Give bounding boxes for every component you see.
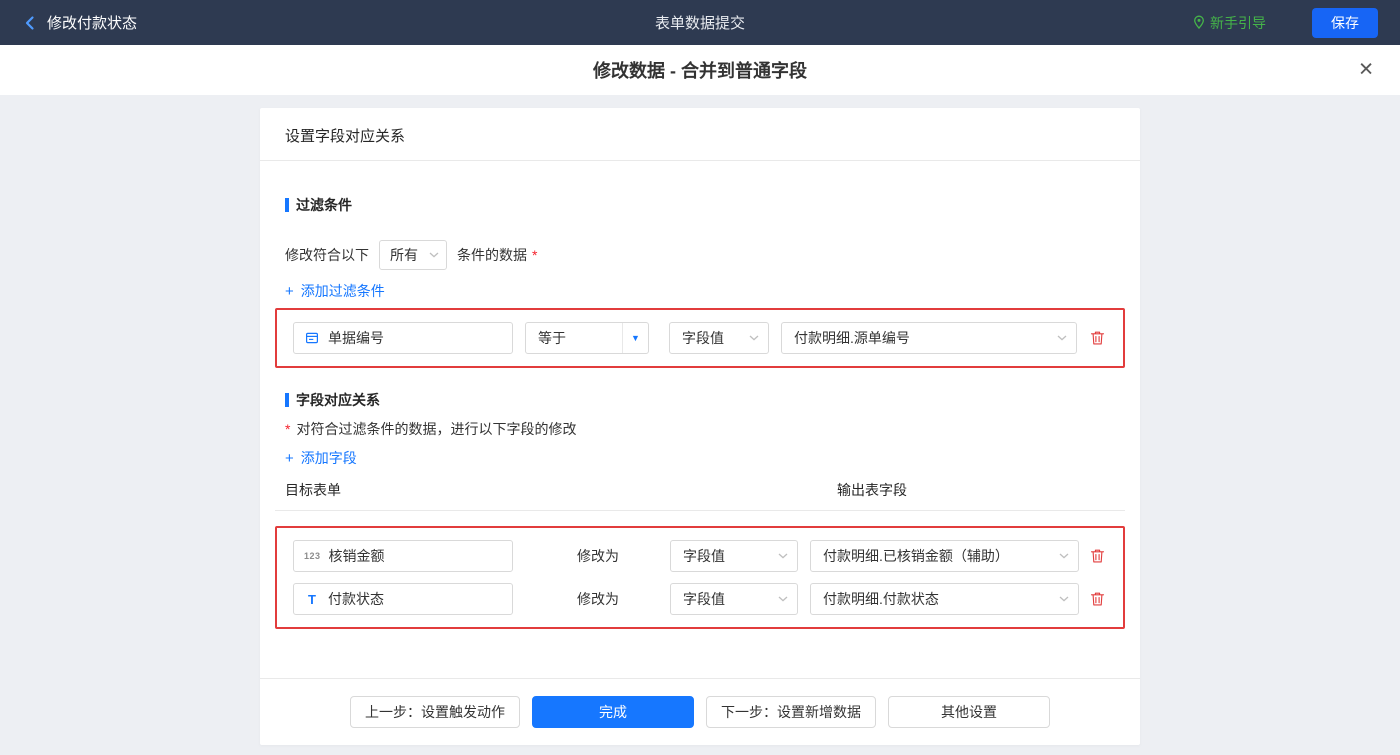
close-icon[interactable]: ✕	[1358, 61, 1374, 80]
target-field-input[interactable]: 123 核销金额	[293, 540, 513, 572]
mapping-row: 123 核销金额 修改为 字段值 付款明细.已核销金额（辅助）	[293, 540, 1107, 572]
document-field-icon	[304, 331, 320, 345]
chevron-down-icon	[1057, 335, 1067, 341]
filter-value-select[interactable]: 付款明细.源单编号	[781, 322, 1077, 354]
filter-row: 单据编号 等于 ▼ 字段值 付款明细.源单编号	[293, 322, 1107, 354]
target-field-input[interactable]: T 付款状态	[293, 583, 513, 615]
chevron-left-icon	[22, 15, 38, 31]
operator-select[interactable]: 等于 ▼	[525, 322, 649, 354]
prev-step-button[interactable]: 上一步：设置触发动作	[350, 696, 520, 728]
mapping-column-headers: 目标表单 输出表字段	[275, 480, 1125, 511]
settings-card: 设置字段对应关系 过滤条件 修改符合以下 所有 条件的数据 * + 添加过滤条件…	[260, 108, 1140, 745]
delete-mapping-row-button[interactable]	[1088, 546, 1107, 566]
operator-dropdown-arrow-icon[interactable]: ▼	[622, 323, 648, 353]
required-mark: *	[285, 421, 291, 437]
mapping-description: * 对符合过滤条件的数据，进行以下字段的修改	[285, 421, 577, 437]
section-marker	[285, 393, 289, 407]
save-button[interactable]: 保存	[1312, 7, 1378, 38]
next-step-button[interactable]: 下一步：设置新增数据	[706, 696, 876, 728]
value-type-select[interactable]: 字段值	[669, 322, 769, 354]
value-type-select[interactable]: 字段值	[670, 583, 798, 615]
page-background: 设置字段对应关系 过滤条件 修改符合以下 所有 条件的数据 * + 添加过滤条件…	[0, 95, 1400, 755]
card-footer: 上一步：设置触发动作 完成 下一步：设置新增数据 其他设置	[260, 678, 1140, 745]
filter-field-input[interactable]: 单据编号	[293, 322, 513, 354]
output-field-select[interactable]: 付款明细.已核销金额（辅助）	[810, 540, 1079, 572]
filter-section-title: 过滤条件	[285, 195, 1115, 215]
match-suffix-label: 条件的数据	[457, 247, 527, 263]
location-pin-icon	[1193, 15, 1205, 30]
plus-icon: +	[285, 449, 294, 467]
target-form-column-header: 目标表单	[285, 482, 341, 498]
chevron-down-icon	[429, 252, 439, 258]
chevron-down-icon	[778, 596, 788, 602]
other-settings-button[interactable]: 其他设置	[888, 696, 1050, 728]
card-title: 设置字段对应关系	[260, 108, 1140, 161]
value-type-select[interactable]: 字段值	[670, 540, 798, 572]
delete-mapping-row-button[interactable]	[1088, 589, 1107, 609]
top-bar: 修改付款状态 表单数据提交 新手引导 保存	[0, 0, 1400, 45]
output-field-column-header: 输出表字段	[837, 482, 907, 498]
done-button[interactable]: 完成	[532, 696, 694, 728]
mapping-row: T 付款状态 修改为 字段值 付款明细.付款状态	[293, 583, 1107, 615]
mapping-section-title: 字段对应关系	[285, 390, 1115, 410]
modal-header: 修改数据 - 合并到普通字段 ✕	[0, 45, 1400, 95]
text-field-icon: T	[308, 591, 316, 607]
back-button[interactable]: 修改付款状态	[22, 12, 137, 33]
modify-to-label: 修改为	[577, 548, 619, 564]
modal-title: 修改数据 - 合并到普通字段	[593, 61, 807, 81]
output-field-select[interactable]: 付款明细.付款状态	[810, 583, 1079, 615]
match-prefix-label: 修改符合以下	[285, 247, 369, 263]
chevron-down-icon	[749, 335, 759, 341]
match-condition-row: 修改符合以下 所有 条件的数据 *	[285, 240, 1115, 270]
filter-conditions-box: 单据编号 等于 ▼ 字段值 付款明细.源单编号	[275, 308, 1125, 368]
required-mark: *	[532, 247, 538, 263]
back-label: 修改付款状态	[47, 15, 138, 32]
modify-to-label: 修改为	[577, 591, 619, 607]
page-title: 表单数据提交	[654, 15, 745, 32]
chevron-down-icon	[1059, 553, 1069, 559]
number-field-icon: 123	[304, 551, 321, 561]
add-field-link[interactable]: + 添加字段	[285, 448, 357, 468]
field-mapping-box: 123 核销金额 修改为 字段值 付款明细.已核销金额（辅助） T 付款状态 修…	[275, 526, 1125, 629]
chevron-down-icon	[1059, 596, 1069, 602]
section-marker	[285, 198, 289, 212]
chevron-down-icon	[778, 553, 788, 559]
beginner-guide-label: 新手引导	[1210, 14, 1266, 31]
match-mode-select[interactable]: 所有	[379, 240, 447, 270]
beginner-guide-link[interactable]: 新手引导	[1193, 13, 1266, 33]
plus-icon: +	[285, 282, 294, 300]
add-filter-condition-link[interactable]: + 添加过滤条件	[285, 281, 385, 301]
delete-filter-row-button[interactable]	[1088, 328, 1107, 348]
